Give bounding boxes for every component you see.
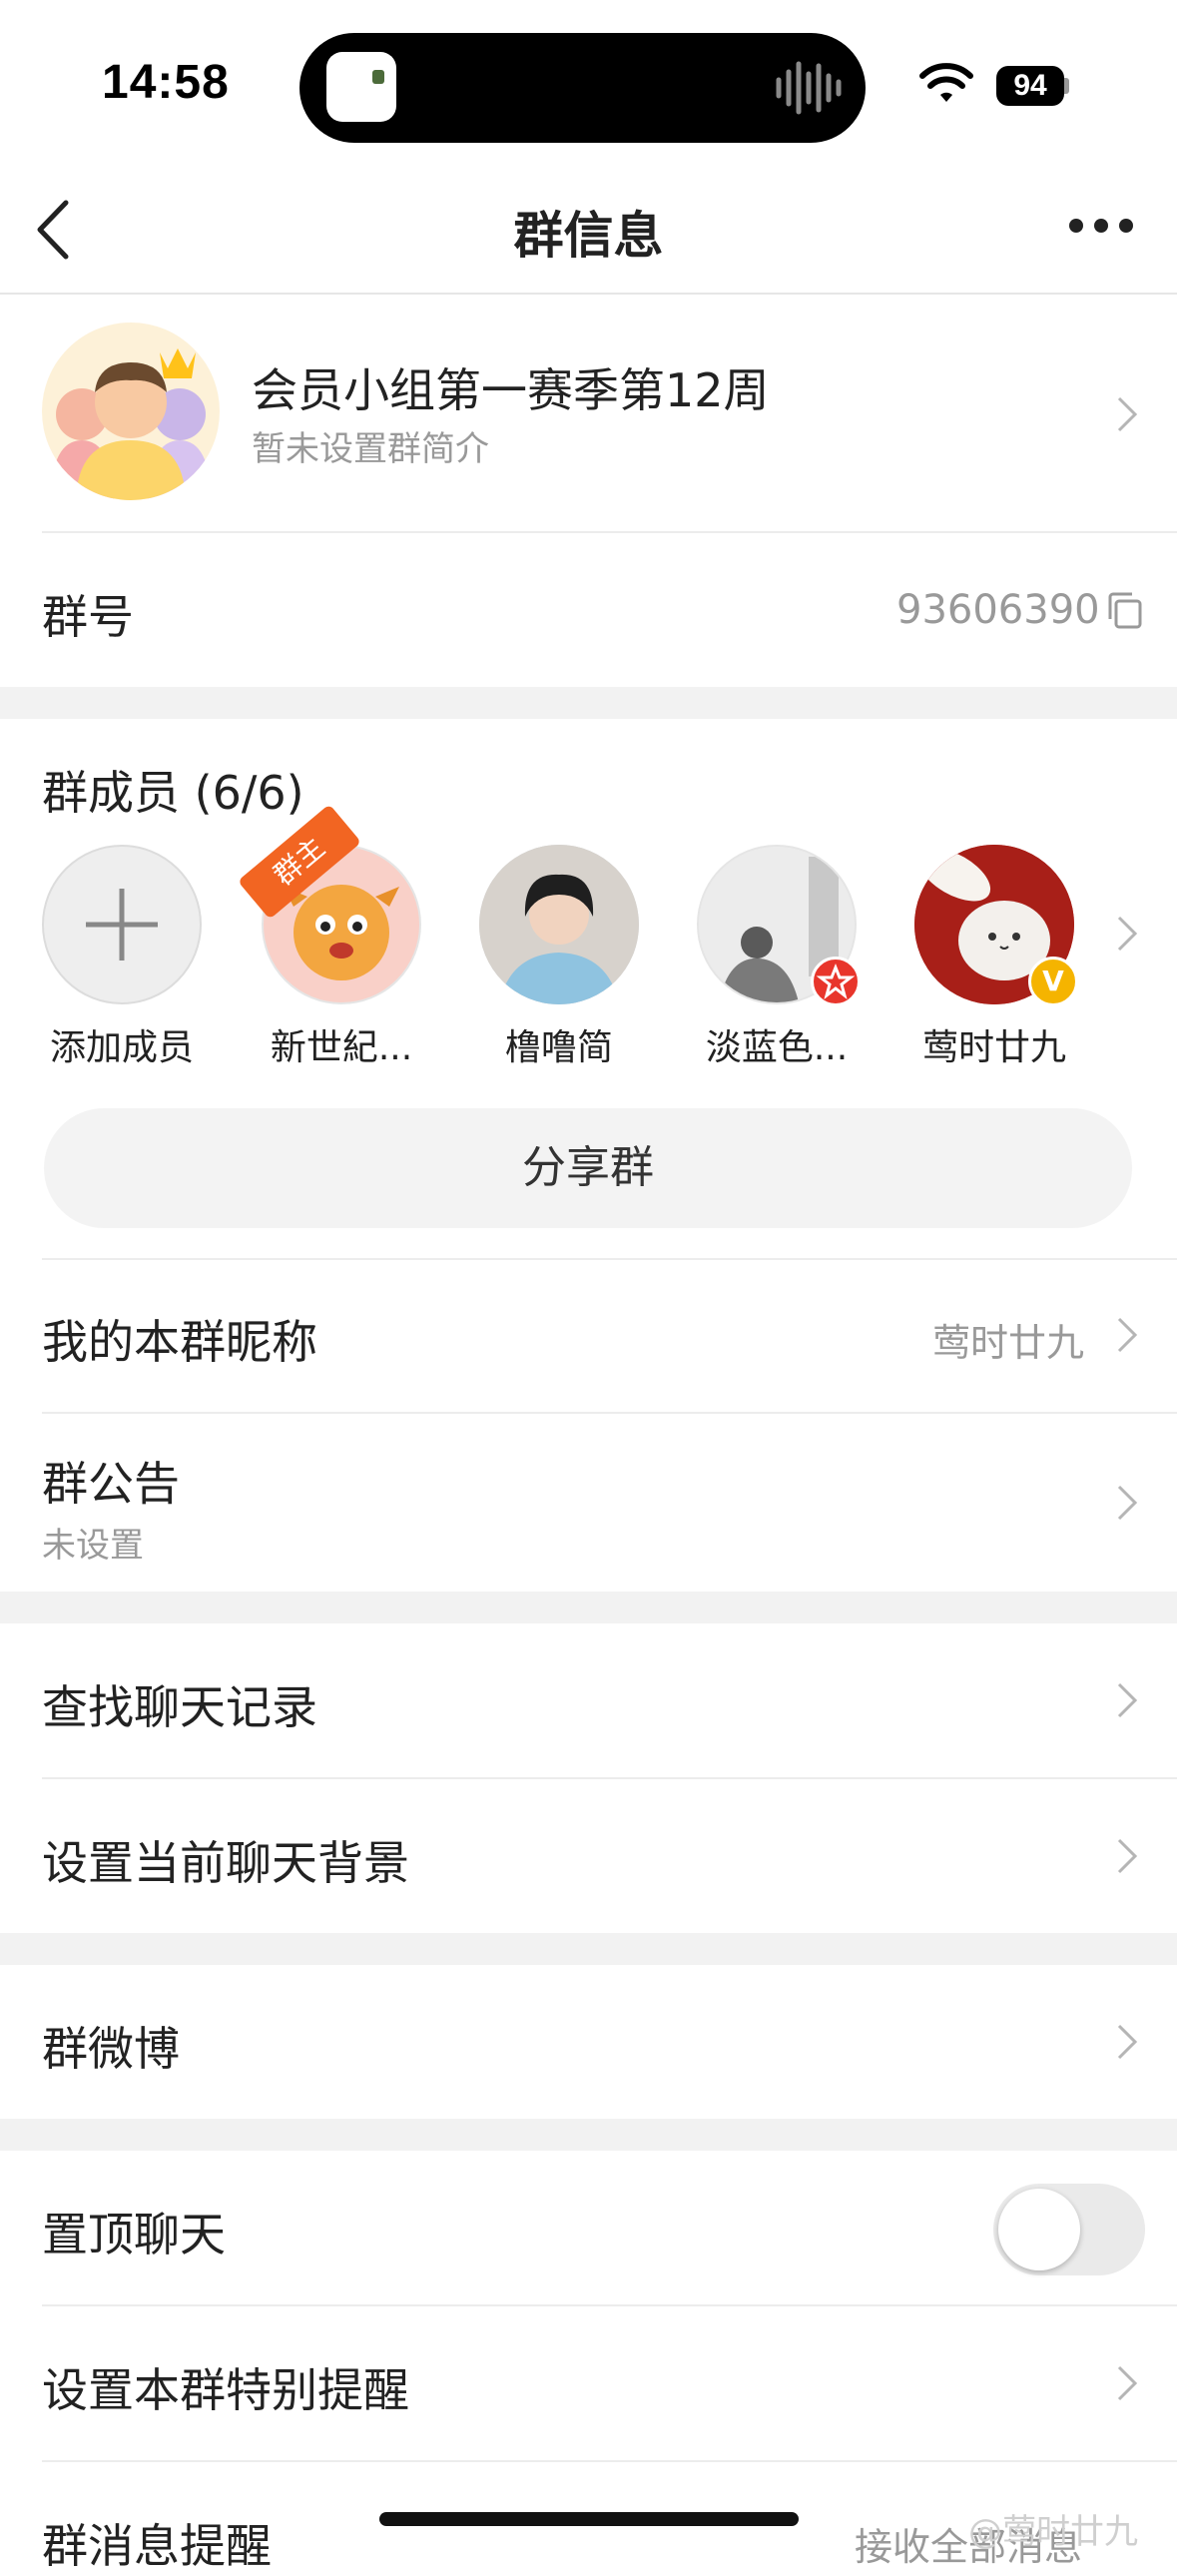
member-item[interactable]: 橹噜简 [479,845,639,1070]
battery-indicator: 94 [996,66,1064,106]
announcement-label: 群公告 [42,1457,180,1511]
group-description: 暂未设置群简介 [252,429,489,469]
members-chevron-icon[interactable] [1116,915,1138,953]
my-nickname-value: 莺时廿九 [932,1321,1085,1365]
find-history-label: 查找聊天记录 [42,1680,317,1734]
message-alert-label[interactable]: 群消息提醒 [42,2510,272,2576]
divider [42,2460,1177,2462]
add-member-button[interactable]: 添加成员 [42,845,202,1070]
special-alert-label: 设置本群特别提醒 [42,2363,409,2417]
chat-background-label: 设置当前聊天背景 [42,1836,409,1890]
chevron-right-icon [1117,1485,1138,1521]
battery-tip [1064,78,1069,94]
wifi-icon [919,63,973,102]
member-avatar [479,845,639,1004]
audio-wave-icon [776,61,842,115]
share-group-button[interactable]: 分享群 [44,1108,1132,1228]
chevron-right-icon [1117,1682,1138,1718]
add-member-label: 添加成员 [49,1027,194,1068]
home-indicator[interactable] [379,2512,799,2526]
group-number-label: 群号 [42,590,134,644]
divider [42,531,1177,533]
member-name: 新世紀... [270,1027,413,1068]
copy-icon[interactable] [1106,591,1144,631]
more-icon[interactable] [1066,215,1136,237]
section-gap [0,1592,1177,1623]
pin-chat-label: 置顶聊天 [42,2208,226,2261]
group-name: 会员小组第一赛季第12周 [252,363,770,417]
chevron-right-icon [1117,1317,1138,1353]
group-number-value: 93606390 [896,587,1100,633]
member-name: 莺时廿九 [921,1027,1066,1068]
chevron-right-icon [1117,396,1138,432]
group-avatar [42,322,220,500]
chevron-right-icon [1117,1838,1138,1874]
watermark: @莺时廿九 [968,2512,1138,2552]
add-icon [42,845,202,1004]
member-name: 淡蓝色... [705,1027,849,1068]
verified-icon: V [1028,957,1078,1006]
section-gap [0,1933,1177,1965]
announcement-value: 未设置 [42,1526,144,1566]
my-nickname-label: 我的本群昵称 [42,1315,317,1369]
member-name: 橹噜简 [504,1027,613,1068]
section-gap [0,2119,1177,2151]
members-title: 群成员 (6/6) [42,766,304,820]
section-gap [0,687,1177,719]
nav-divider [0,293,1177,295]
app-icon [326,52,396,122]
toggle-knob [998,2189,1080,2270]
chevron-right-icon [1117,2024,1138,2060]
status-time: 14:58 [102,56,230,109]
chevron-right-icon [1117,2365,1138,2401]
group-weibo-label: 群微博 [42,2022,180,2076]
page-title: 群信息 [513,207,664,265]
star-badge-icon [811,957,861,1006]
